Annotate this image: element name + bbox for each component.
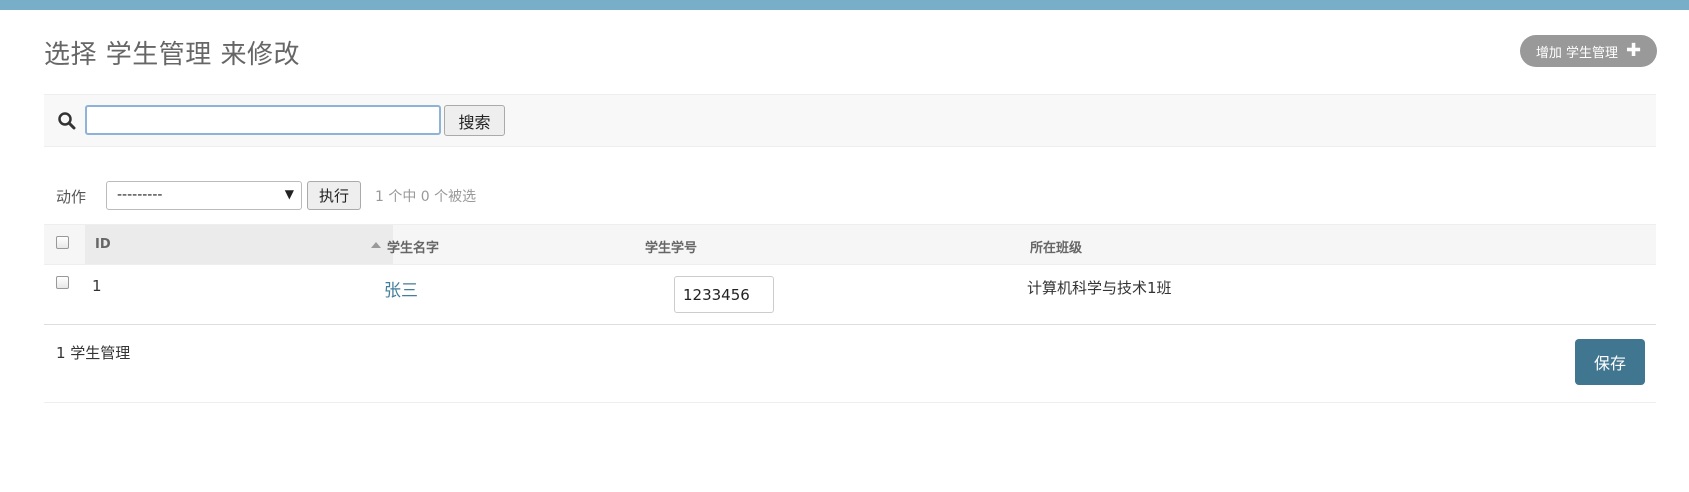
add-student-button[interactable]: 增加 学生管理 ✚ <box>1520 35 1657 67</box>
action-select-value: --------- <box>117 187 163 203</box>
save-button[interactable]: 保存 <box>1575 339 1645 385</box>
column-header-name[interactable]: 学生名字 <box>387 237 439 256</box>
add-button-label: 增加 学生管理 <box>1535 45 1619 61</box>
result-count: 1 学生管理 <box>56 344 131 362</box>
student-name-link[interactable]: 张三 <box>384 276 418 301</box>
search-input[interactable] <box>85 105 441 135</box>
search-bar: 搜索 <box>44 94 1656 147</box>
cell-id: 1 <box>92 277 102 295</box>
sort-ascending-icon[interactable] <box>371 242 381 248</box>
column-header-student-no[interactable]: 学生学号 <box>645 237 697 256</box>
table-row: 1 张三 计算机科学与技术1班 <box>44 265 1656 325</box>
plus-icon: ✚ <box>1626 40 1642 61</box>
select-all-checkbox[interactable] <box>56 236 69 249</box>
cell-class: 计算机科学与技术1班 <box>1027 279 1172 297</box>
run-action-button[interactable]: 执行 <box>307 181 361 210</box>
search-icon <box>58 112 76 130</box>
student-no-input[interactable] <box>674 276 774 313</box>
dropdown-arrow-icon: ▼ <box>284 187 294 201</box>
selected-count: 1 个中 0 个被选 <box>375 189 477 205</box>
search-button[interactable]: 搜索 <box>444 105 505 136</box>
id-column-header[interactable] <box>85 225 393 264</box>
action-select[interactable]: --------- ▼ <box>106 181 302 210</box>
table-header: ID 学生名字 学生学号 所在班级 <box>44 224 1656 265</box>
actions-label: 动作 <box>56 188 87 206</box>
results-footer: 1 学生管理 保存 <box>44 325 1656 403</box>
column-header-id[interactable]: ID <box>95 237 111 252</box>
page-title: 选择 学生管理 来修改 <box>44 40 301 70</box>
column-header-class[interactable]: 所在班级 <box>1030 237 1082 256</box>
row-checkbox[interactable] <box>56 276 69 289</box>
top-bar <box>0 0 1689 10</box>
